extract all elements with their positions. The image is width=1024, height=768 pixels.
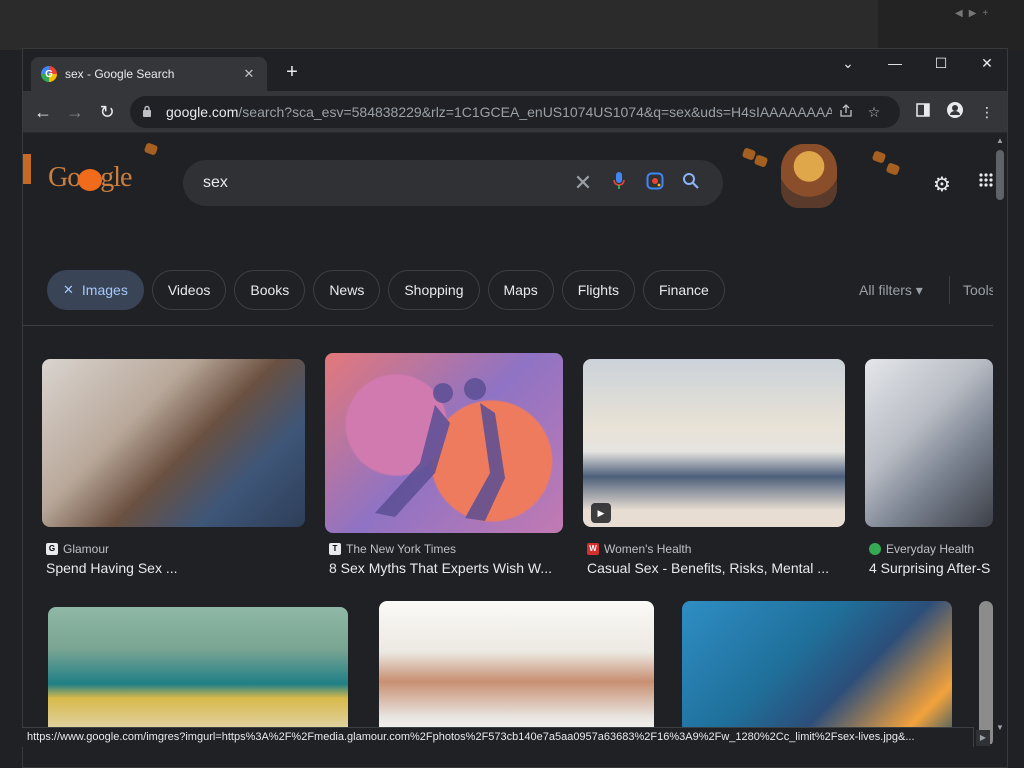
share-icon[interactable] [832, 103, 860, 121]
result-image[interactable] [48, 607, 348, 744]
doodle-piece-left [23, 154, 31, 184]
chip-maps[interactable]: Maps [487, 270, 554, 310]
result-title[interactable]: Spend Having Sex ... [46, 560, 306, 576]
new-tab-button[interactable]: + [281, 61, 303, 84]
result-image[interactable] [979, 601, 993, 744]
doodle-blob-icon [78, 168, 103, 191]
bookmark-star-icon[interactable]: ☆ [860, 104, 888, 121]
reload-button[interactable]: ↻ [96, 101, 118, 123]
result-title[interactable]: 8 Sex Myths That Experts Wish W... [329, 560, 565, 576]
doodle-puzzle-piece-icon [871, 150, 887, 164]
all-filters-button[interactable]: All filters ▾ [859, 282, 923, 299]
google-favicon-icon: G [41, 66, 57, 82]
result-image[interactable]: ▶ [583, 359, 845, 527]
chip-finance[interactable]: Finance [642, 270, 725, 310]
womens-health-favicon-icon: W [587, 543, 599, 555]
result-source-name: Everyday Health [886, 542, 975, 556]
browser-toolbar: ← → ↻ google.com/search?sca_esv=58483822… [23, 91, 1007, 133]
background-window-strip [0, 0, 1024, 50]
video-play-icon: ▶ [591, 503, 611, 523]
vertical-scrollbar[interactable]: ▲ ▼ [993, 134, 1007, 734]
side-panel-icon[interactable] [913, 102, 933, 122]
forward-button[interactable]: → [64, 101, 86, 123]
close-window-button[interactable]: ✕ [972, 55, 1002, 72]
apps-grid-icon[interactable] [978, 172, 993, 193]
divider [949, 276, 950, 304]
doodle-puzzle-piece-icon [753, 154, 769, 168]
search-results-page: Go gle sex ✕ ⚙ ✕ Images Videos Books New… [23, 134, 993, 744]
chip-videos[interactable]: Videos [151, 270, 227, 310]
google-doodle-logo[interactable]: Go gle [48, 162, 132, 194]
doodle-puzzle-piece-icon [143, 142, 159, 156]
browser-window: G sex - Google Search ✕ + ⌄ — ☐ ✕ ← → ↻ … [22, 48, 1008, 768]
logo-text-right: gle [100, 162, 132, 193]
doodle-turkey-icon[interactable] [781, 144, 837, 208]
tab-active[interactable]: G sex - Google Search ✕ [31, 57, 267, 91]
result-image[interactable] [379, 601, 654, 744]
result-source-name: The New York Times [346, 542, 457, 556]
header-divider [23, 325, 993, 326]
maximize-button[interactable]: ☐ [926, 55, 956, 72]
tab-close-icon[interactable]: ✕ [241, 66, 257, 82]
result-source-name: Glamour [63, 542, 110, 556]
chip-images[interactable]: ✕ Images [47, 270, 144, 310]
tab-title: sex - Google Search [65, 67, 175, 81]
background-scroll-arrows: ◀▶+ [955, 8, 995, 19]
title-bar: G sex - Google Search ✕ + ⌄ — ☐ ✕ [23, 49, 1007, 91]
microphone-icon[interactable] [601, 171, 637, 196]
clear-icon[interactable]: ✕ [565, 170, 601, 196]
result-source[interactable]: T The New York Times [329, 542, 456, 556]
profile-icon[interactable] [945, 102, 965, 122]
chip-shopping[interactable]: Shopping [388, 270, 480, 310]
chip-remove-icon[interactable]: ✕ [63, 282, 74, 298]
lock-icon[interactable] [142, 105, 156, 120]
search-input[interactable]: sex [203, 174, 565, 192]
result-image[interactable] [682, 601, 952, 744]
tools-button[interactable]: Tools [963, 282, 993, 298]
result-source[interactable]: G Glamour [46, 542, 109, 556]
google-lens-icon[interactable] [637, 172, 673, 195]
everyday-health-favicon-icon [869, 543, 881, 555]
result-image[interactable] [865, 359, 993, 527]
chip-flights[interactable]: Flights [561, 270, 635, 310]
nyt-favicon-icon: T [329, 543, 341, 555]
chip-label: Images [81, 282, 128, 298]
chip-books[interactable]: Books [234, 270, 306, 310]
scroll-down-icon[interactable]: ▼ [996, 723, 1004, 732]
address-bar[interactable]: google.com/search?sca_esv=584838229&rlz=… [130, 96, 900, 128]
background-window-right [878, 0, 1024, 50]
result-source[interactable]: W Women's Health [587, 542, 691, 556]
result-source[interactable]: Everyday Health [869, 542, 974, 556]
horizontal-scroll-right-icon[interactable]: ▶ [976, 730, 990, 746]
doodle-puzzle-piece-icon [885, 162, 901, 176]
search-icon[interactable] [673, 172, 709, 195]
glamour-favicon-icon: G [46, 543, 58, 555]
search-box[interactable]: sex ✕ [183, 160, 723, 206]
result-image[interactable] [325, 353, 563, 533]
minimize-button[interactable]: — [880, 55, 910, 71]
result-title[interactable]: Casual Sex - Benefits, Risks, Mental ... [587, 560, 847, 576]
settings-gear-icon[interactable]: ⚙ [933, 172, 951, 197]
scroll-up-icon[interactable]: ▲ [996, 136, 1004, 145]
menu-kebab-icon[interactable]: ⋮ [977, 102, 997, 122]
result-title[interactable]: 4 Surprising After-S [869, 560, 993, 576]
tab-search-icon[interactable]: ⌄ [833, 55, 863, 72]
back-button[interactable]: ← [32, 101, 54, 123]
url-host: google.com [166, 104, 239, 120]
filter-chips: ✕ Images Videos Books News Shopping Maps … [47, 270, 725, 310]
result-image[interactable] [42, 359, 305, 527]
url-text[interactable]: google.com/search?sca_esv=584838229&rlz=… [166, 104, 832, 120]
scrollbar-thumb[interactable] [996, 150, 1004, 200]
logo-text-left: Go [48, 162, 81, 193]
status-bar-url: https://www.google.com/imgres?imgurl=htt… [22, 727, 974, 747]
url-path: /search?sca_esv=584838229&rlz=1C1GCEA_en… [238, 104, 832, 120]
result-source-name: Women's Health [604, 542, 692, 556]
chip-news[interactable]: News [313, 270, 381, 310]
